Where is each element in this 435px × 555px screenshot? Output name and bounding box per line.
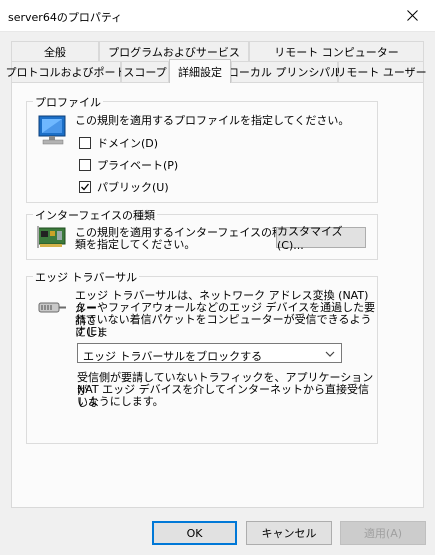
public-checkbox[interactable]: パブリック(U) [79,179,169,195]
edge-traversal-group-label: エッジ トラバーサル [33,269,140,285]
tab-programs-services[interactable]: プログラムおよびサービス [99,41,249,61]
ok-button[interactable]: OK [152,521,237,545]
edge-traversal-select[interactable]: エッジ トラバーサルをブロックする [77,343,342,363]
tab-programs-services-label: プログラムおよびサービス [108,45,240,59]
public-checkbox-label: パブリック(U) [97,181,169,194]
private-checkbox-box[interactable] [79,159,91,171]
tab-scope[interactable]: スコープ [121,61,169,82]
network-card-icon [37,226,66,248]
interface-types-group-label: インターフェイスの種類 [33,207,158,223]
checkmark-icon [81,183,90,191]
title-bar: server64のプロパティ [0,0,435,32]
apply-button[interactable]: 適用(A) [340,521,426,545]
ok-button-label: OK [186,526,203,540]
edge-description-line3: れていない着信パケットをコンピューターが受信できるようにしま [75,313,372,339]
private-checkbox[interactable]: プライベート(P) [79,157,178,173]
profile-description: この規則を適用するプロファイルを指定してください。 [75,114,350,127]
profile-group: プロファイル この規則を適用するプロファイルを指定してください。 ドメイン(D)… [26,94,378,203]
tab-local-principals-label: ローカル プリンシパル [227,66,342,79]
domain-checkbox[interactable]: ドメイン(D) [79,135,158,151]
interface-types-group: インターフェイスの種類 この規則を適用するインターフェイスの種 類を指定してくだ… [26,207,378,260]
tab-general-label: 全般 [44,45,66,59]
tab-scope-label: スコープ [123,66,167,79]
close-button[interactable] [389,0,435,31]
edge-traversal-group: エッジ トラバーサル エッジ トラバーサルは、ネットワーク アドレス変換 (NA… [26,269,378,444]
cancel-button-label: キャンセル [261,527,317,540]
network-plug-icon [38,302,66,313]
tab-advanced-label: 詳細設定 [178,65,222,79]
apply-button-label: 適用(A) [363,527,403,540]
edge-traversal-select-value: エッジ トラバーサルをブロックする [83,350,263,363]
tab-general[interactable]: 全般 [11,41,99,61]
chevron-down-icon [325,351,335,357]
private-checkbox-label: プライベート(P) [97,159,179,172]
tab-remote-users-label: リモート ユーザー [335,66,427,79]
public-checkbox-box[interactable] [79,181,91,193]
domain-checkbox-label: ドメイン(D) [97,137,159,150]
tab-remote-computers-label: リモート コンピューター [274,45,399,59]
domain-checkbox-box[interactable] [79,137,91,149]
computer-icon [38,115,66,145]
tab-protocols-ports[interactable]: プロトコルおよびポート [6,61,127,82]
edge-note-line3: いようにします。 [77,395,164,408]
tab-remote-users[interactable]: リモート ユーザー [335,61,427,82]
window-title: server64のプロパティ [8,11,123,24]
tab-local-principals[interactable]: ローカル プリンシパル [227,61,342,82]
tab-remote-computers[interactable]: リモート コンピューター [249,41,424,61]
edge-description-line4: す(E) [75,325,102,338]
customize-button[interactable]: カスタマイズ(C)... [276,225,366,252]
close-icon [406,10,418,21]
customize-button-label: カスタマイズ(C)... [277,225,343,252]
cancel-button[interactable]: キャンセル [246,521,332,545]
tab-protocols-ports-label: プロトコルおよびポート [5,66,127,79]
tab-panel: プロファイル この規則を適用するプロファイルを指定してください。 ドメイン(D)… [11,82,424,508]
profile-group-label: プロファイル [33,94,103,110]
tab-advanced[interactable]: 詳細設定 [169,59,231,83]
interface-description-line2: 類を指定してください。 [75,238,196,251]
